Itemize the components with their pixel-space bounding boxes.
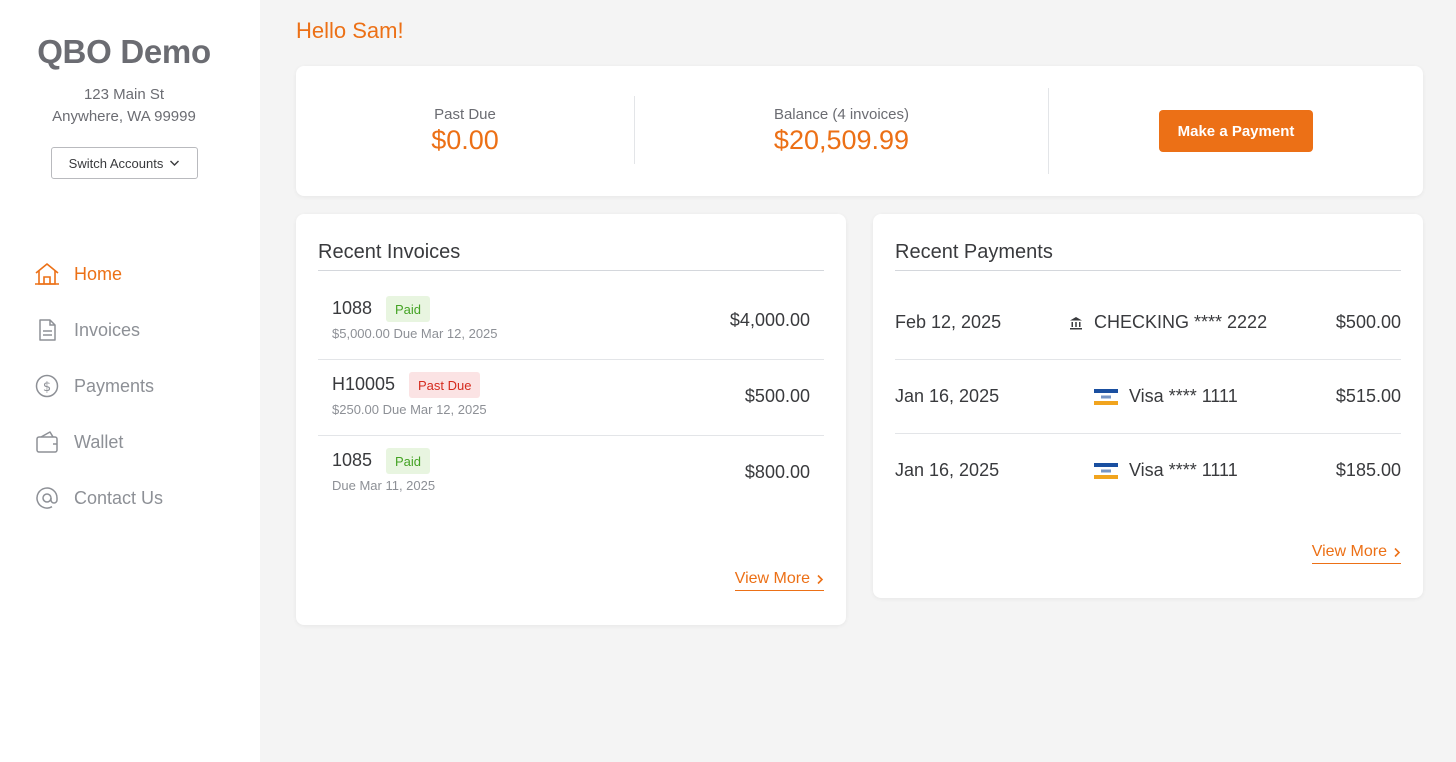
document-icon — [34, 317, 60, 343]
balance-block: Balance (4 invoices) $20,509.99 — [635, 66, 1048, 196]
svg-text:$: $ — [43, 380, 51, 395]
sidebar-item-label: Contact Us — [74, 487, 164, 508]
status-badge: Past Due — [409, 372, 481, 398]
payment-amount: $515.00 — [1335, 386, 1401, 406]
recent-invoices-title: Recent Invoices — [318, 241, 461, 263]
invoice-amount: $500.00 — [744, 386, 810, 406]
visa-card-icon — [1094, 388, 1118, 405]
company-name: QBO Demo — [37, 33, 211, 70]
chevron-right-icon — [1394, 547, 1401, 557]
payment-method-label: CHECKING **** 2222 — [1094, 312, 1268, 332]
sidebar-item-label: Payments — [74, 375, 155, 396]
sidebar-item-home[interactable]: Home — [34, 254, 122, 294]
payment-amount: $185.00 — [1335, 460, 1401, 480]
sidebar-item-label: Home — [74, 263, 123, 284]
view-more-label: View More — [1311, 543, 1387, 560]
past-due-block: Past Due $0.00 — [296, 66, 634, 196]
sidebar-item-label: Invoices — [74, 319, 141, 340]
divider — [895, 270, 1401, 271]
divider — [318, 270, 824, 271]
wallet-icon — [34, 429, 60, 455]
sidebar-item-label: Wallet — [74, 431, 124, 452]
payment-method: Visa **** 1111 — [1094, 386, 1238, 407]
invoice-row[interactable]: H10005 Past Due $250.00 Due Mar 12, 2025… — [318, 360, 824, 436]
invoice-subtitle: Due Mar 11, 2025 — [332, 478, 436, 493]
sidebar-item-wallet[interactable]: Wallet — [34, 422, 123, 462]
chevron-down-icon — [170, 160, 180, 166]
view-more-label: View More — [734, 570, 810, 587]
chevron-right-icon — [817, 574, 824, 584]
recent-invoices-card: Recent Invoices 1088 Paid $5,000.00 Due … — [296, 214, 846, 625]
payment-row[interactable]: Feb 12, 2025 CHECKING **** 2222 $500.00 — [895, 286, 1401, 360]
sidebar-item-invoices[interactable]: Invoices — [34, 310, 140, 350]
invoice-row[interactable]: 1085 Paid Due Mar 11, 2025 $800.00 — [318, 436, 824, 512]
invoice-number: 1085 — [332, 450, 373, 470]
switch-accounts-button[interactable]: Switch Accounts — [51, 147, 198, 179]
payment-date: Jan 16, 2025 — [895, 460, 1000, 480]
payment-method-label: Visa **** 1111 — [1129, 460, 1238, 480]
dollar-circle-icon: $ — [34, 373, 60, 399]
view-more-payments-link[interactable]: View More — [1311, 543, 1401, 564]
past-due-value: $0.00 — [431, 125, 499, 155]
recent-payments-card: Recent Payments Feb 12, 2025 CHECKING **… — [873, 214, 1423, 598]
balance-value: $20,509.99 — [773, 125, 910, 155]
bank-icon — [1070, 316, 1082, 329]
invoice-subtitle: $5,000.00 Due Mar 12, 2025 — [332, 326, 498, 341]
payment-method: Visa **** 1111 — [1094, 460, 1238, 481]
home-icon — [34, 261, 60, 287]
at-icon — [34, 485, 60, 511]
invoice-number: H10005 — [332, 374, 396, 394]
payment-method-label: Visa **** 1111 — [1129, 386, 1238, 406]
payment-row[interactable]: Jan 16, 2025 Visa **** 1111 $515.00 — [895, 360, 1401, 434]
sidebar-item-contact-us[interactable]: Contact Us — [34, 478, 163, 518]
account-summary-card: Past Due $0.00 Balance (4 invoices) $20,… — [296, 66, 1423, 196]
status-badge: Paid — [386, 296, 431, 322]
status-badge: Paid — [386, 448, 431, 474]
invoice-amount: $800.00 — [744, 462, 810, 482]
sidebar: QBO Demo 123 Main St Anywhere, WA 99999 … — [0, 0, 260, 762]
visa-card-icon — [1094, 462, 1118, 479]
invoice-subtitle: $250.00 Due Mar 12, 2025 — [332, 402, 487, 417]
divider — [1048, 88, 1049, 174]
invoice-number: 1088 — [332, 298, 373, 318]
payment-date: Feb 12, 2025 — [895, 312, 1002, 332]
balance-label: Balance (4 invoices) — [773, 106, 910, 123]
address-line-1: 123 Main St — [83, 86, 165, 103]
payment-date: Jan 16, 2025 — [895, 386, 1000, 406]
sidebar-item-payments[interactable]: $ Payments — [34, 366, 154, 406]
invoice-amount: $4,000.00 — [729, 310, 810, 330]
switch-accounts-label: Switch Accounts — [68, 155, 164, 171]
payment-method: CHECKING **** 2222 — [1069, 312, 1267, 333]
past-due-label: Past Due — [434, 106, 496, 123]
greeting: Hello Sam! — [296, 18, 404, 43]
make-payment-button[interactable]: Make a Payment — [1159, 110, 1313, 152]
payment-amount: $500.00 — [1335, 312, 1401, 332]
view-more-invoices-link[interactable]: View More — [734, 570, 824, 591]
address-line-2: Anywhere, WA 99999 — [52, 108, 196, 125]
invoice-row[interactable]: 1088 Paid $5,000.00 Due Mar 12, 2025 $4,… — [318, 284, 824, 360]
payment-row[interactable]: Jan 16, 2025 Visa **** 1111 $185.00 — [895, 434, 1401, 508]
recent-payments-title: Recent Payments — [895, 241, 1053, 263]
